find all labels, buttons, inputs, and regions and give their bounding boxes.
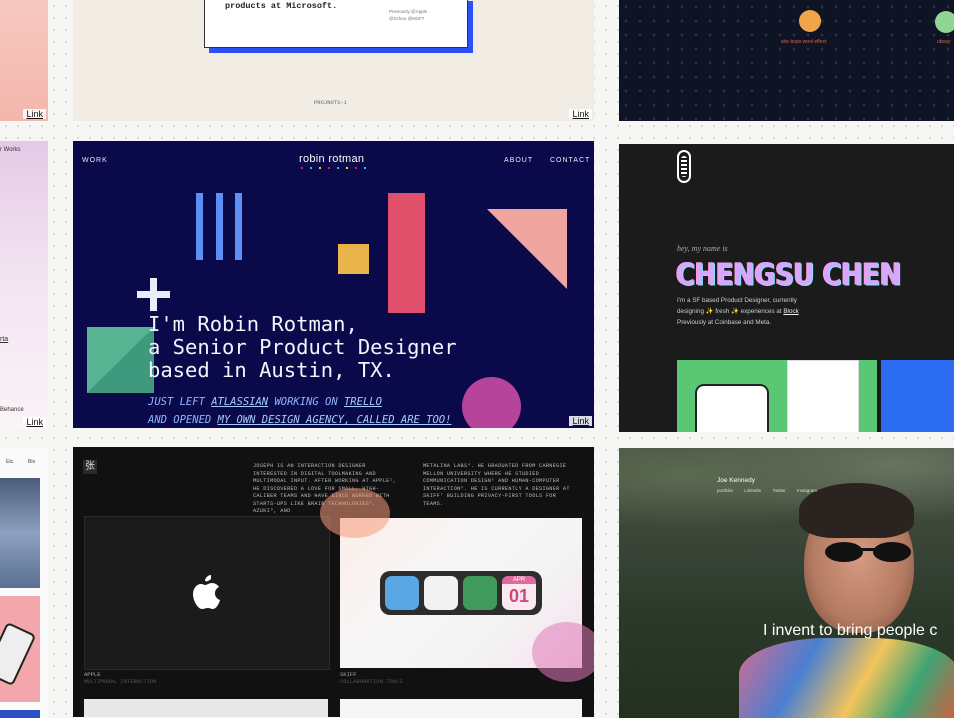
red-rectangle [388,193,425,313]
project-thumb-green[interactable] [677,360,877,432]
card-link[interactable]: Link [23,109,46,119]
block-link[interactable]: Block [783,308,798,315]
left-text-works: r Works [0,147,21,153]
calendar-icon: APR 01 [502,576,536,610]
apple-logo-icon [193,575,220,609]
document-icon [424,576,458,610]
joe-name[interactable]: Joe Kennedy [717,477,755,484]
trello-link[interactable]: TRELLO [344,396,382,408]
caption-1: she bops wool effect [781,39,827,45]
project-thumb-3[interactable] [84,699,328,717]
pill-logo-icon [677,150,691,183]
caption-2: ubsay [937,39,951,45]
pink-triangle [487,209,567,289]
joe-kennedy-card[interactable]: Joe Kennedy portfolio LinkedIn Twitter I… [619,448,954,718]
project-skiff[interactable]: APR 01 [320,488,594,682]
bio-line: I'm a SF based Product Designer, current… [677,297,797,304]
chengsu-chen-card[interactable]: hey, my name is CHENGSU CHEN I'm a SF ba… [619,144,954,432]
joe-nav: portfolio LinkedIn Twitter Instagram [717,488,817,493]
robin-headline: I'm Robin Rotman, a Senior Product Desig… [148,312,457,382]
orange-planet [799,10,821,32]
left-card-top[interactable]: Link [0,0,48,121]
purple-circle [462,377,521,428]
logo-dots [301,167,371,169]
left-card-middle[interactable]: r Works rta Behance Link [0,141,48,429]
quote-text: products at Microsoft. [225,1,338,11]
nav-about[interactable]: ABOUT [504,157,533,164]
left-text-rta[interactable]: rta [0,336,8,343]
project-thumb-blue[interactable] [881,360,954,432]
green-planet [935,11,954,33]
subline-text: WORKING ON [268,396,344,408]
atlassian-link[interactable]: ATLASSIAN [211,396,268,408]
card-link[interactable]: Link [569,416,592,426]
cheng-bio: I'm a SF based Product Designer, current… [677,295,799,328]
nav-portfolio[interactable]: portfolio [717,488,733,493]
bio-line: Previously at Coinbase and Meta. [677,319,772,326]
drive-icon [463,576,497,610]
subline-text: AND OPENED [148,414,218,426]
project-thumb-4[interactable] [340,699,582,717]
left-nav-etc[interactable]: Etc. [6,459,15,465]
greeting: hey, my name is [677,244,728,253]
joseph-card[interactable]: 张 Joseph is an interaction designer inte… [73,447,594,717]
robin-subline-2: AND OPENED MY OWN DESIGN AGENCY, CALLED … [148,414,451,426]
logo-glyph-icon: 张 [83,460,97,474]
green-square [87,327,154,393]
nav-instagram[interactable]: Instagram [797,488,817,493]
plus-shape [137,278,170,311]
mail-icon [385,576,419,610]
joe-tagline: I invent to bring people c [763,622,938,639]
top-right-card[interactable]: she bops wool effect ubsay [619,0,954,121]
bio-text: designing ✨ fresh ✨ experiences at [677,308,784,315]
agency-link[interactable]: MY OWN DESIGN AGENCY, CALLED ARE TOO! [218,414,452,426]
left-text-behance[interactable]: Behance [0,407,24,413]
app-screen-mockup [787,360,859,432]
bio-line: designing ✨ fresh ✨ experiences at Block [677,306,799,317]
quote-meta-1: Previously @Apple [389,9,428,14]
left-nav-bio[interactable]: Bio [28,459,35,465]
calendar-month: APR [502,576,536,584]
nav-work[interactable]: WORK [82,157,108,164]
card-link[interactable]: Link [569,109,592,119]
quote-box: products at Microsoft. Previously @Apple… [204,0,468,48]
left-card-bottom[interactable]: Etc. Bio [0,448,48,718]
cheng-name: CHENGSU CHEN [676,258,901,293]
yellow-square [338,244,369,274]
left-photo-landscape [0,478,40,588]
footer-label: PROJNOTS-1 [314,99,348,106]
sunglasses [825,542,913,562]
robin-logo[interactable]: robin rotman [299,153,364,165]
card-link[interactable]: Link [23,417,46,427]
robin-rotman-card[interactable]: WORK robin rotman ABOUT CONTACT I'm Robi… [73,141,594,428]
project-skiff-title: SKIFF [340,671,357,678]
left-photo-blue [0,710,40,718]
portrait-jacket [739,638,954,718]
project-apple[interactable] [84,516,330,670]
nav-linkedin[interactable]: LinkedIn [744,488,761,493]
project-apple-title: APPLE [84,671,101,678]
calendar-day: 01 [508,586,530,606]
project-apple-sub: MULTIMODAL INTERACTION [84,678,157,685]
blue-bar-3 [235,193,242,260]
blue-bar-2 [216,193,223,260]
quote-meta-2: @Schoo @MSFT [389,16,425,21]
phone-mockup [695,384,769,432]
left-photo-pink [0,596,40,702]
project-skiff-sub: COLLABORATION TOOLS [340,678,403,685]
top-middle-card[interactable]: products at Microsoft. Previously @Apple… [73,0,594,121]
robin-subline-1: JUST LEFT ATLASSIAN WORKING ON TRELLO [148,396,382,408]
blue-bar-1 [196,193,203,260]
bio-right: Metalina Labs⁴. He graduated from Carneg… [423,463,570,507]
subline-text: JUST LEFT [148,396,212,408]
nav-twitter[interactable]: Twitter [772,488,785,493]
app-dock: APR 01 [380,571,542,615]
nav-contact[interactable]: CONTACT [550,157,590,164]
